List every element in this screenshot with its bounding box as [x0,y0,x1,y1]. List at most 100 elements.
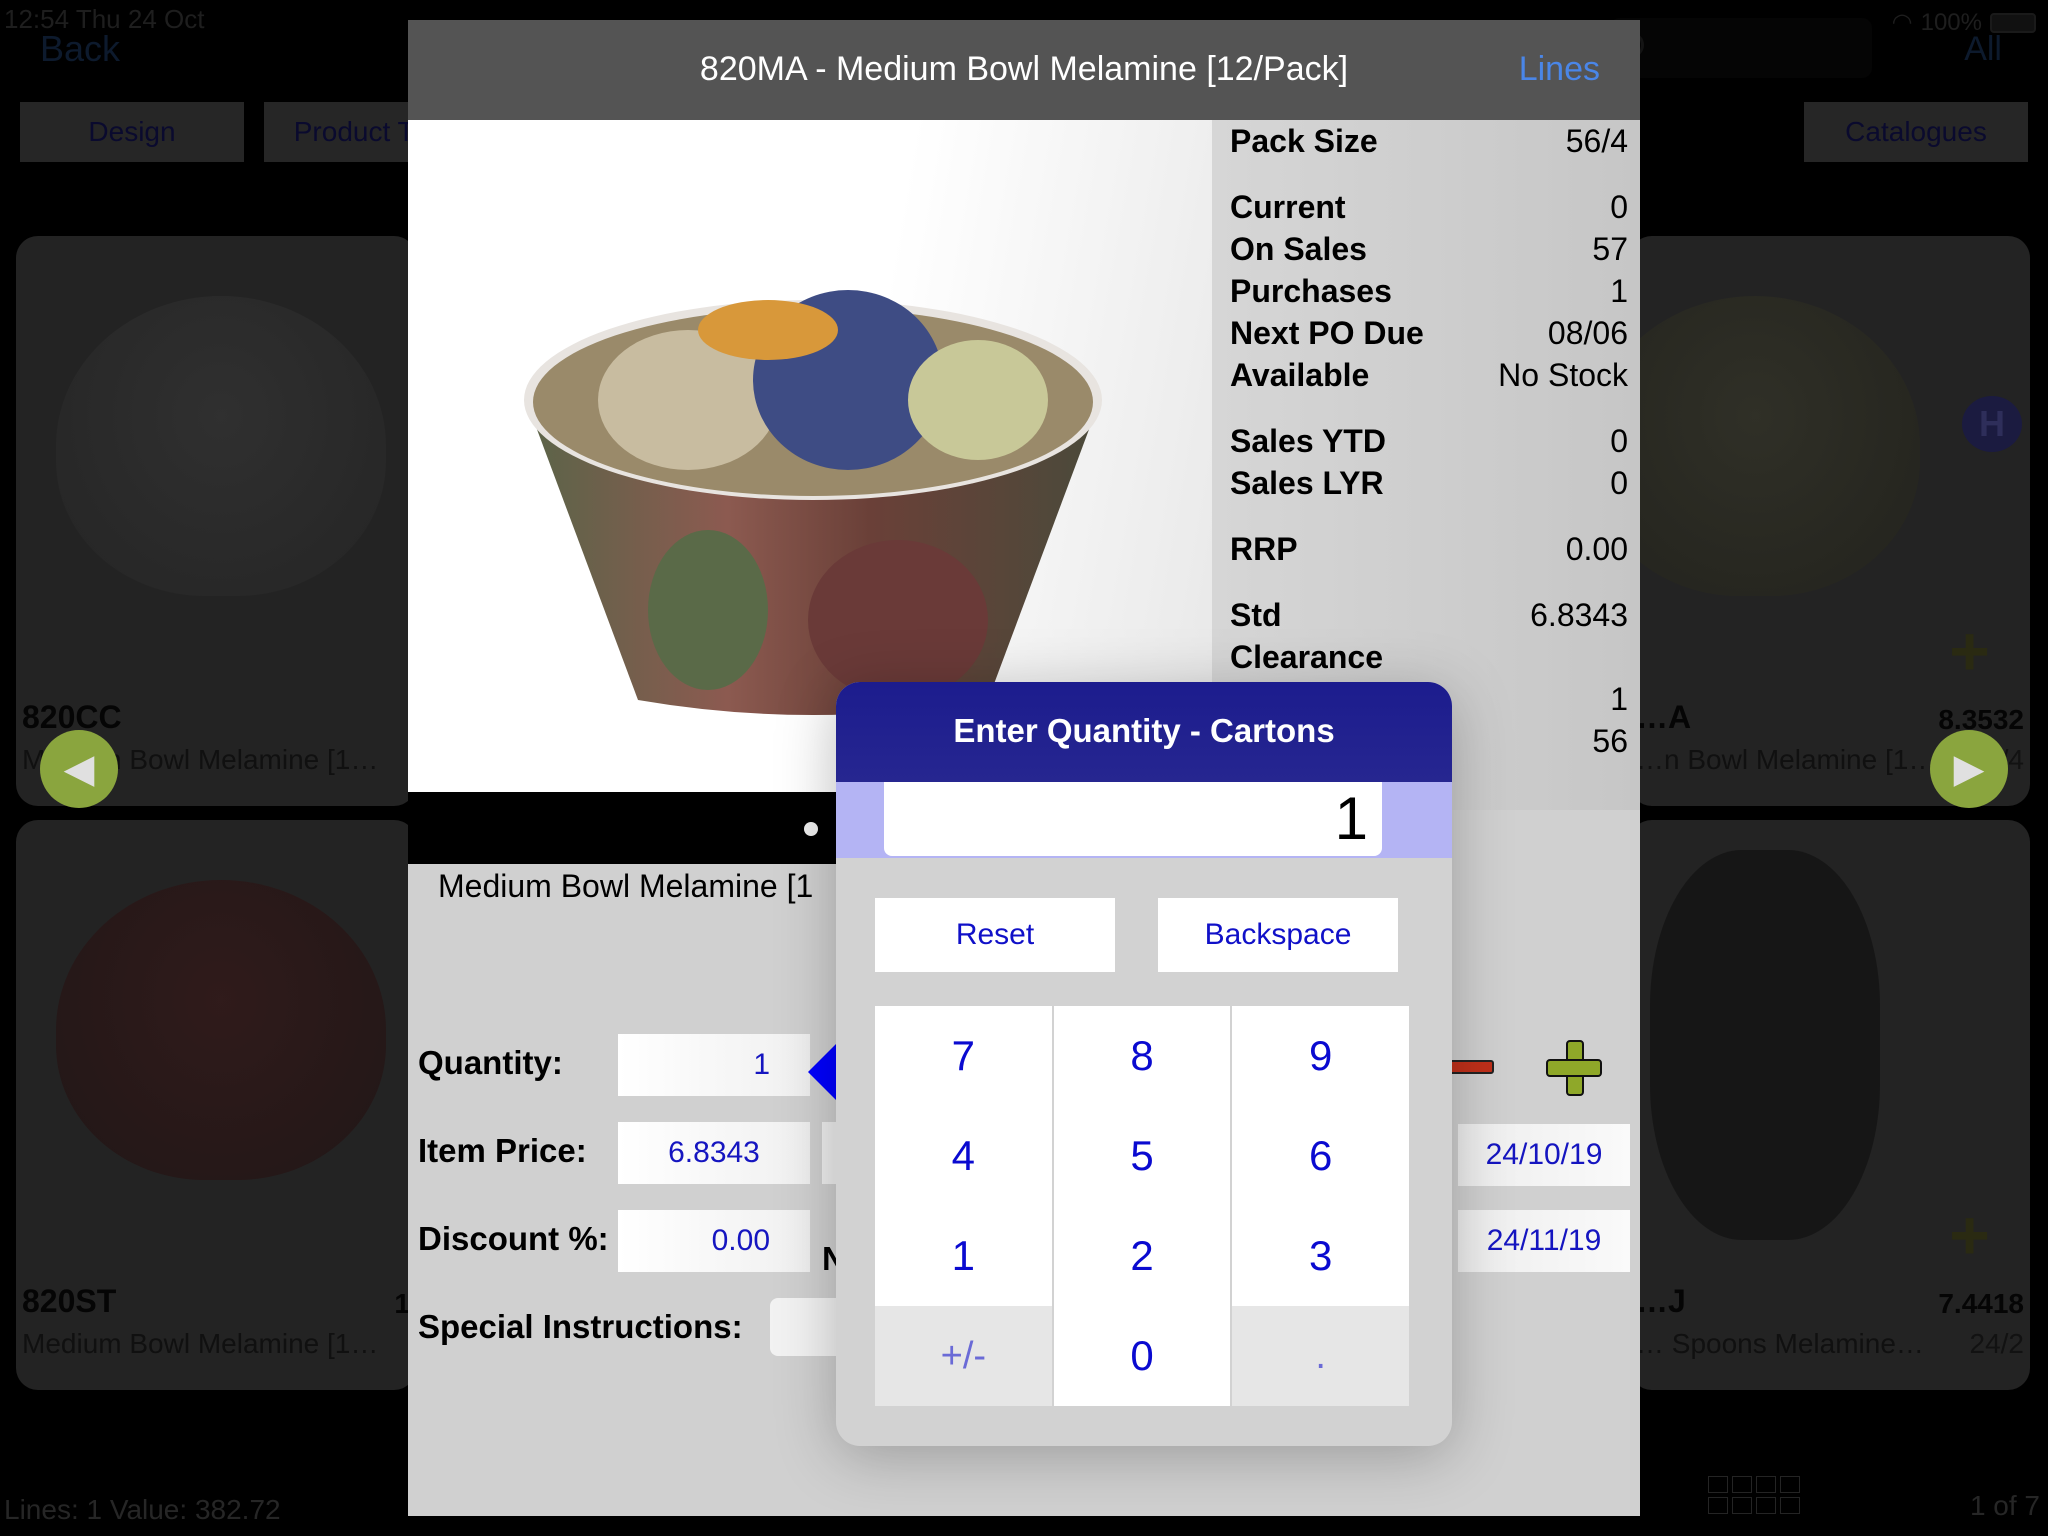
next-product-button[interactable]: ▶ [1930,730,2008,808]
stat-row: Sales LYR 0 [1230,462,1628,504]
product-pack: 24/2 [1969,1328,2025,1359]
key-2[interactable]: 2 [1053,1206,1231,1306]
product-card[interactable]: 820ST Medium Bowl Melamine [1… 1 [16,820,416,1390]
search-input[interactable] [1610,18,1872,78]
stat-label: Available [1230,357,1370,393]
stat-value: 0 [1610,465,1628,501]
product-desc: …n Bowl Melamine [1… [1636,744,1937,775]
add-icon[interactable]: + [1949,1200,1990,1270]
date-from-input[interactable]: 24/10/19 [1458,1124,1630,1186]
product-thumbnail [56,880,386,1180]
stat-label: Next PO Due [1230,315,1424,351]
product-code: …J [1636,1283,1686,1319]
numeric-keypad: 7 8 9 4 5 6 1 2 3 +/- 0 . [875,1006,1409,1406]
all-button[interactable]: All [1964,30,2002,69]
arrow-right-icon: ▶ [1953,747,1985,791]
stat-row: RRP 0.00 [1230,528,1628,570]
special-instructions-label: Special Instructions: [418,1308,743,1345]
key-4[interactable]: 4 [875,1106,1052,1206]
filter-design-button[interactable]: Design [20,102,244,162]
discount-input[interactable]: 0.00 [618,1210,810,1272]
stat-value: 0.00 [1565,531,1628,567]
date-to-input[interactable]: 24/11/19 [1458,1210,1630,1272]
wifi-icon: ◠ [1891,9,1913,36]
key-7[interactable]: 7 [875,1006,1052,1106]
quantity-keypad-dialog: Enter Quantity - Cartons 1 Reset Backspa… [836,682,1452,1446]
item-price-input[interactable]: 6.8343 [618,1122,810,1184]
stat-spacer [1230,504,1628,528]
modal-title: 820MA - Medium Bowl Melamine [12/Pack] [699,50,1349,88]
stat-row: On Sales 57 [1230,228,1628,270]
stat-value: 57 [1592,231,1628,267]
key-5[interactable]: 5 [1053,1106,1231,1206]
product-desc: Medium Bowl Melamine [1… [22,1328,379,1359]
quantity-input[interactable]: 1 [618,1034,810,1096]
key-1[interactable]: 1 [875,1206,1052,1306]
quantity-label: Quantity: [418,1044,563,1081]
decrease-quantity-button[interactable] [1448,1060,1494,1074]
back-button[interactable]: Back [40,28,120,70]
previous-product-button[interactable]: ◀ [40,730,118,808]
lines-button[interactable]: Lines [1519,50,1600,89]
stat-row: Sales YTD 0 [1230,420,1628,462]
stat-label: On Sales [1230,231,1367,267]
product-card[interactable]: 820CC Medium Bowl Melamine [1… [16,236,416,806]
stat-value: 0 [1610,189,1628,225]
key-6[interactable]: 6 [1232,1106,1409,1206]
stat-row: Std 6.8343 [1230,594,1628,636]
stat-value: 1 [1610,681,1628,717]
stat-value: 08/06 [1547,315,1628,351]
key-plus-minus[interactable]: +/- [875,1306,1052,1406]
product-card[interactable]: + …J … Spoons Melamine… 7.4418 24/2 [1630,820,2030,1390]
stat-label: Clearance [1230,639,1383,675]
stat-label: Current [1230,189,1346,225]
backspace-button[interactable]: Backspace [1158,898,1398,972]
key-8[interactable]: 8 [1053,1006,1231,1106]
stat-value: 56/4 [1565,123,1628,159]
stat-row: Next PO Due 08/06 [1230,312,1628,354]
stat-spacer [1230,570,1628,594]
quantity-display[interactable]: 1 [884,782,1382,856]
stat-row: Purchases 1 [1230,270,1628,312]
modal-header: 820MA - Medium Bowl Melamine [12/Pack] L… [408,20,1640,120]
product-card[interactable]: + …A …n Bowl Melamine [1… 8.3532 56/4 [1630,236,2030,806]
stat-spacer [1230,396,1628,420]
stat-label: RRP [1230,531,1298,567]
stat-label: Purchases [1230,273,1392,309]
dialog-header: Enter Quantity - Cartons [836,682,1452,782]
stat-value: 0 [1610,423,1628,459]
stat-row: Current 0 [1230,186,1628,228]
key-3[interactable]: 3 [1232,1206,1409,1306]
key-0[interactable]: 0 [1053,1306,1231,1406]
stat-value: 1 [1610,273,1628,309]
footer-lines-value: Lines: 1 Value: 382.72 [4,1494,281,1525]
product-code: …A [1636,699,1692,735]
filter-catalogues-button[interactable]: Catalogues [1804,102,2028,162]
grid-view-icon[interactable] [1708,1476,1800,1514]
item-price-label: Item Price: [418,1132,587,1169]
product-price: 7.4418 [1938,1288,2024,1319]
reset-button[interactable]: Reset [875,898,1115,972]
product-thumbnail [1630,296,1920,596]
stat-label: Pack Size [1230,123,1378,159]
increase-quantity-button[interactable] [1546,1040,1602,1096]
key-decimal[interactable]: . [1232,1306,1409,1406]
stat-spacer [1230,162,1628,186]
stat-row: Available No Stock [1230,354,1628,396]
quantity-pointer-icon [808,1042,838,1102]
pager-dot[interactable] [804,822,818,836]
add-icon[interactable]: + [1949,616,1990,686]
dialog-title: Enter Quantity - Cartons [953,712,1335,749]
stat-row: Clearance [1230,636,1628,678]
page-indicator: 1 of 7 [1969,1490,2040,1521]
discount-label: Discount %: [418,1220,609,1257]
stat-value: 56 [1592,723,1628,759]
product-code: 820ST [22,1283,117,1319]
product-desc: … Spoons Melamine… [1636,1328,1924,1359]
stat-value: 6.8343 [1530,597,1628,633]
stat-row: Pack Size 56/4 [1230,120,1628,162]
key-9[interactable]: 9 [1232,1006,1409,1106]
h-badge: H [1962,396,2022,452]
bowl-image [524,290,1102,715]
stat-label: Sales LYR [1230,465,1384,501]
